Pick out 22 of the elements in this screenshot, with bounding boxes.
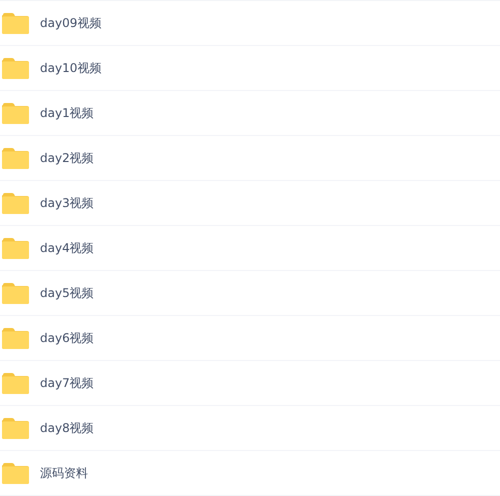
folder-icon <box>2 328 29 348</box>
folder-name[interactable]: day4视频 <box>40 239 94 257</box>
folder-icon <box>2 102 29 124</box>
folder-icon <box>2 238 29 258</box>
folder-name[interactable]: day1视频 <box>40 104 94 122</box>
folder-name[interactable]: day8视频 <box>40 419 94 437</box>
folder-name[interactable]: day3视频 <box>40 194 94 212</box>
folder-icon <box>2 148 29 168</box>
folder-icon <box>2 418 29 438</box>
folder-name[interactable]: day2视频 <box>40 149 94 167</box>
folder-name[interactable]: day10视频 <box>40 59 102 77</box>
folder-name[interactable]: day09视频 <box>40 14 102 32</box>
folder-name[interactable]: 源码资料 <box>40 464 88 482</box>
folder-icon <box>2 282 29 304</box>
folder-name[interactable]: day6视频 <box>40 329 94 347</box>
folder-icon <box>2 372 29 394</box>
folder-name[interactable]: day7视频 <box>40 374 94 392</box>
folder-name[interactable]: day5视频 <box>40 284 94 302</box>
folder-icon <box>2 192 29 214</box>
folder-icon <box>2 58 29 78</box>
folder-icon <box>2 462 29 484</box>
folder-icon <box>2 12 29 34</box>
